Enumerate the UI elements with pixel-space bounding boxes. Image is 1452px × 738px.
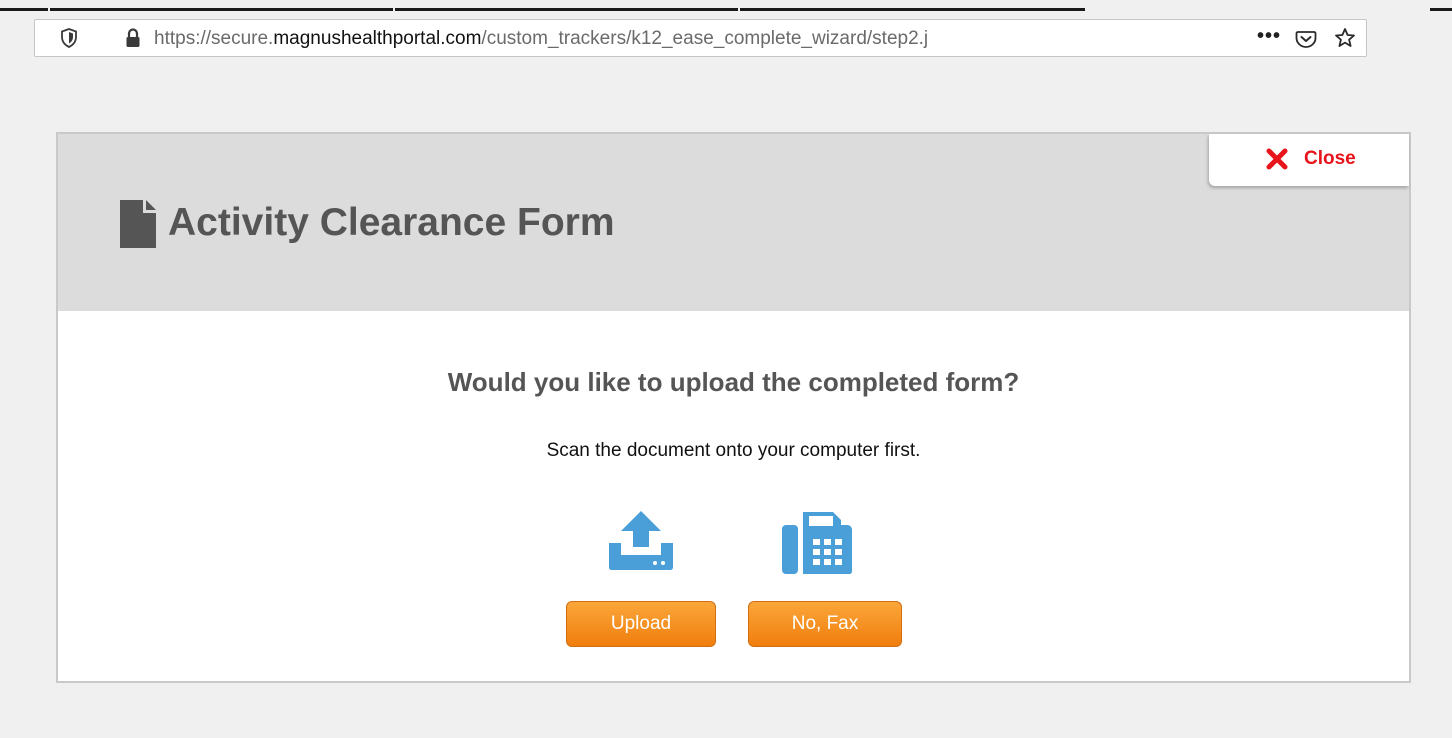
tab-indicator — [740, 8, 1085, 11]
star-icon[interactable] — [1334, 27, 1356, 49]
shield-icon[interactable] — [60, 28, 78, 48]
address-bar[interactable]: https://secure.magnushealthportal.com/cu… — [34, 19, 1367, 57]
upload-icon[interactable] — [607, 509, 675, 571]
dialog-title: Activity Clearance Form — [168, 201, 615, 244]
url-text[interactable]: https://secure.magnushealthportal.com/cu… — [154, 28, 1234, 50]
lock-icon[interactable] — [125, 28, 141, 48]
url-prefix: https://secure. — [154, 28, 274, 49]
close-x-icon — [1266, 148, 1288, 170]
tab-indicator — [1430, 8, 1452, 11]
upload-instruction: Scan the document onto your computer fir… — [546, 440, 921, 461]
upload-question: Would you like to upload the completed f… — [447, 367, 1020, 397]
upload-button[interactable]: Upload — [566, 601, 716, 647]
tab-indicator — [0, 8, 48, 11]
document-icon — [120, 200, 156, 248]
close-button[interactable]: Close — [1209, 134, 1409, 186]
pocket-icon[interactable] — [1295, 28, 1317, 50]
tab-indicator — [395, 8, 738, 11]
tab-indicator — [50, 8, 393, 11]
url-path: /custom_trackers/k12_ease_complete_wizar… — [481, 28, 929, 49]
page-actions-menu-button[interactable]: ••• — [1257, 25, 1281, 48]
close-label: Close — [1304, 148, 1356, 169]
fax-button[interactable]: No, Fax — [748, 601, 902, 647]
fax-icon[interactable] — [781, 511, 853, 575]
dialog-header: Activity Clearance Form — [58, 134, 1409, 311]
upload-dialog: Activity Clearance Form Close Would you … — [56, 132, 1411, 683]
browser-tab-strip — [0, 0, 1452, 12]
url-domain: magnushealthportal.com — [273, 28, 482, 49]
